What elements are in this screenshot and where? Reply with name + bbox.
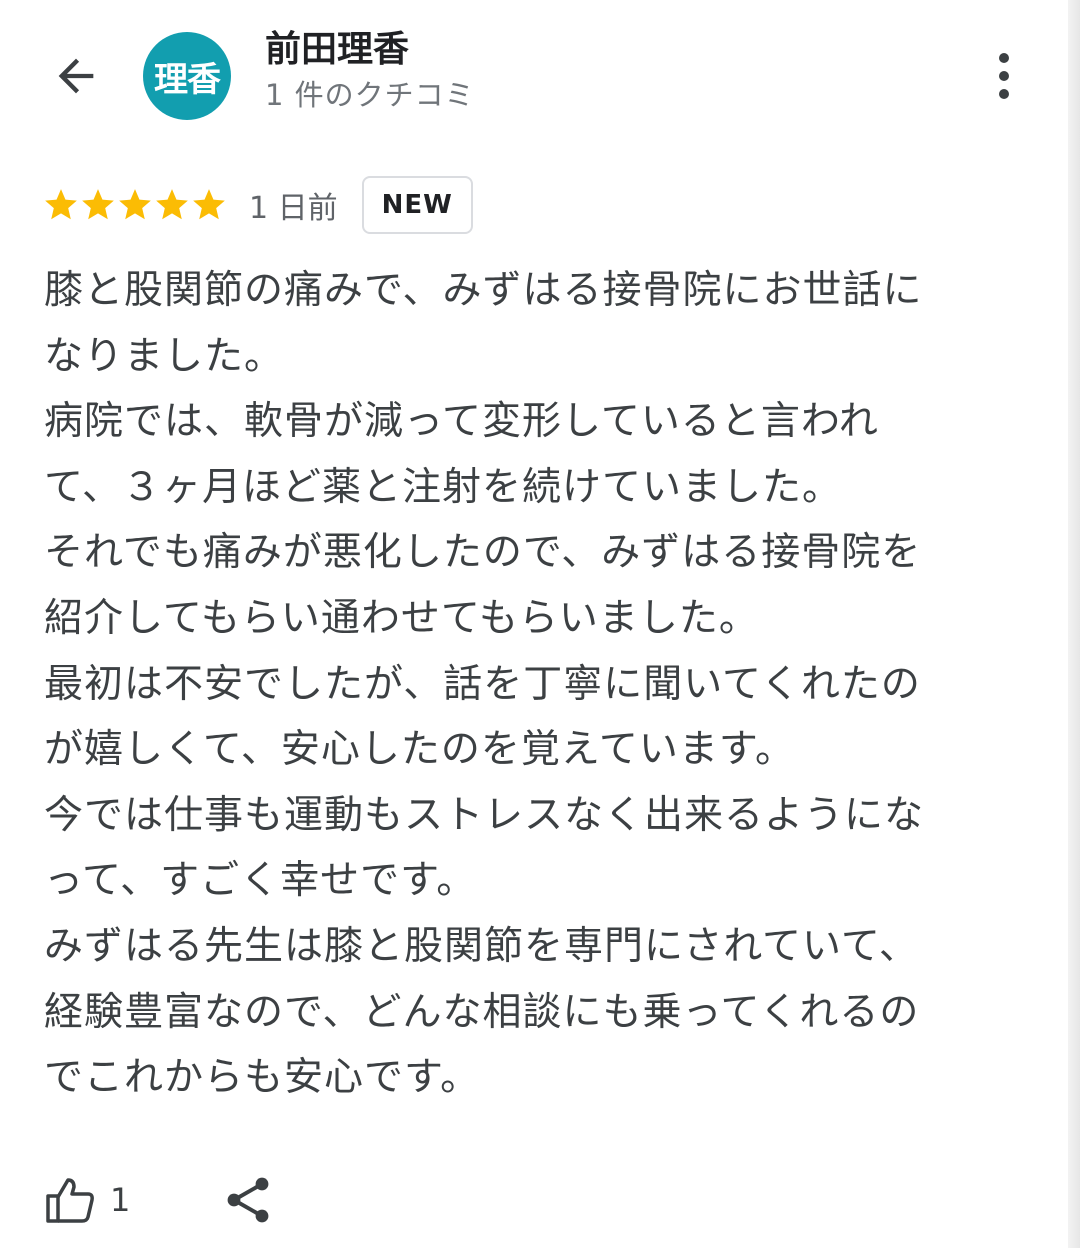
review-line: 経験豊富なので、どんな相談にも乗ってくれるの [44, 989, 920, 1035]
like-button[interactable]: 1 [44, 1176, 130, 1224]
more-vert-icon [999, 53, 1009, 99]
reviewer-header: 理香 前田理香 1 件のクチコミ [0, 0, 1068, 150]
more-options-button[interactable] [980, 48, 1028, 104]
like-count: 1 [110, 1181, 131, 1219]
star-icon [156, 189, 188, 220]
reviewer-name[interactable]: 前田理香 [265, 28, 409, 72]
review-text: 膝と股関節の痛みで、みずはる接骨院にお世話に なりました。病院では、軟骨が減って変… [44, 258, 1034, 1111]
star-icon [193, 189, 225, 220]
star-rating [42, 186, 227, 224]
review-line: って、すごく幸せです。 [44, 858, 477, 904]
review-line: なりました。 [44, 333, 285, 379]
arrow-left-icon [58, 58, 94, 94]
star-icon [45, 189, 77, 220]
share-button[interactable] [224, 1174, 272, 1226]
review-line: 最初は不安でしたが、話を丁寧に聞いてくれたの [44, 661, 921, 707]
review-actions: 1 [44, 1168, 272, 1232]
back-button[interactable] [44, 44, 108, 108]
review-line: 紹介してもらい通わせてもらいました。 [44, 595, 759, 641]
review-meta: 1 日前 NEW [42, 176, 473, 234]
review-line: が嬉しくて、安心したのを覚えています。 [44, 727, 796, 773]
thumb-up-icon [46, 1178, 94, 1223]
review-date: 1 日前 [249, 191, 338, 226]
share-icon [227, 1177, 269, 1223]
review-line: 膝と股関節の痛みで、みずはる接骨院にお世話に [44, 268, 923, 313]
review-line: て、３ヶ月ほど薬と注射を続けていました。 [44, 464, 843, 510]
new-badge: NEW [361, 176, 473, 234]
review-line: 今では仕事も運動もストレスなく出来るようにな [44, 792, 925, 838]
review-count: 1 件のクチコミ [265, 78, 475, 112]
review-line: 病院では、軟骨が減って変形していると言われ [44, 399, 879, 445]
star-icon [82, 189, 114, 220]
avatar[interactable]: 理香 [143, 32, 231, 120]
review-line: みずはる先生は膝と股関節を専門にされていて、 [44, 923, 919, 969]
star-icon [119, 189, 151, 220]
review-line: それでも痛みが悪化したので、みずはる接骨院を [44, 530, 922, 576]
review-line: でこれからも安心です。 [44, 1055, 481, 1101]
scrollbar-edge [1068, 0, 1080, 1248]
avatar-text: 理香 [154, 59, 221, 100]
review-page: 理香 前田理香 1 件のクチコミ 1 日前 NEW 膝と股関節の痛みで、みずはる… [0, 0, 1080, 1248]
